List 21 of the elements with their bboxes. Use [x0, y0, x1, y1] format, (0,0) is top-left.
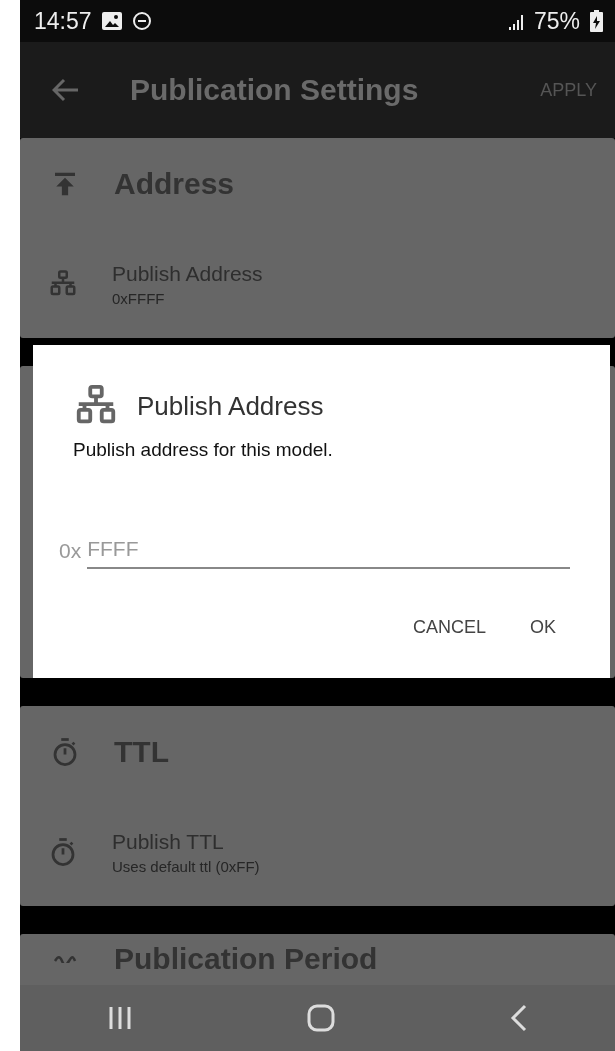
battery-level: 75%	[533, 7, 580, 35]
setting-label[interactable]: Publish TTL	[112, 829, 260, 854]
apply-button[interactable]: APPLY	[536, 75, 601, 105]
setting-value: Uses default ttl (0xFF)	[112, 857, 260, 875]
setting-value: 0xFFFF	[112, 289, 166, 307]
hex-prefix: 0x	[59, 539, 82, 564]
dialog-button[interactable]: OK	[516, 609, 570, 646]
back-arrow-icon[interactable]	[52, 78, 80, 102]
signal-icon	[507, 12, 524, 30]
status-time: 14:57	[34, 7, 92, 35]
do-not-disturb-icon	[131, 11, 152, 31]
screen-title: Publication Settings	[130, 73, 420, 107]
recent-apps-icon[interactable]	[107, 1005, 134, 1031]
back-icon[interactable]	[509, 1004, 528, 1032]
image-icon	[101, 12, 122, 30]
dialog-message: Publish address for this model.	[73, 439, 334, 461]
dialog-button[interactable]: CANCEL	[398, 609, 500, 646]
home-icon[interactable]	[307, 1004, 336, 1032]
battery-charging-icon	[590, 10, 603, 32]
dialog-title: Publish Address	[137, 390, 324, 422]
setting-label[interactable]: Publish Address	[112, 261, 263, 286]
